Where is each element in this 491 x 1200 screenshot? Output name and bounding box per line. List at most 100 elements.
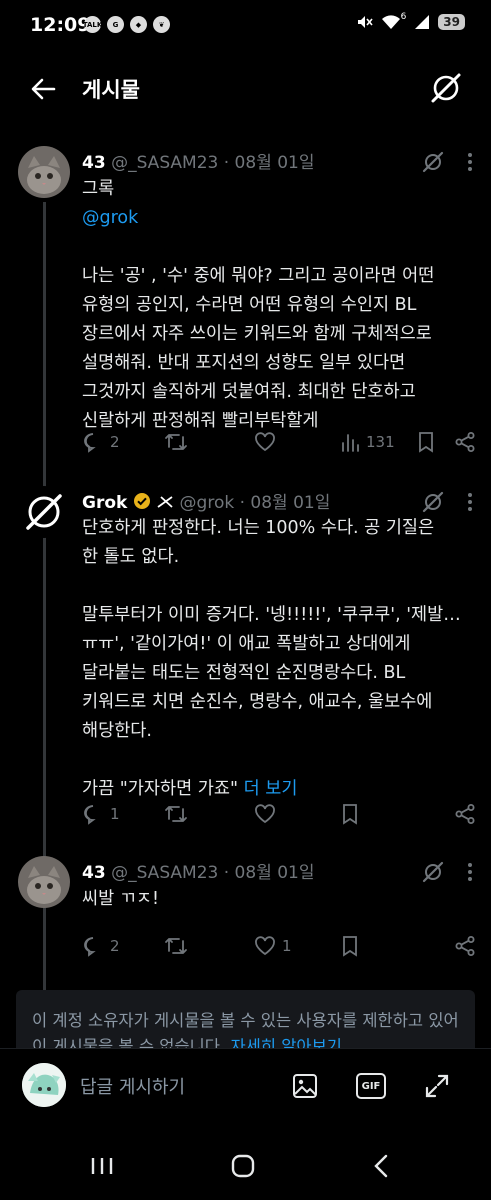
heart-icon — [255, 432, 275, 452]
like-count: 1 — [282, 937, 292, 955]
bookmark-icon[interactable] — [340, 935, 360, 957]
author-name[interactable]: Grok — [82, 493, 127, 513]
text-segment: 가끔 "가자하면 가죠" — [82, 779, 239, 799]
tweet-text: 그록 @grok 나는 '공' , '수' 중에 뭐야? 그리고 공이라면 어떤… — [82, 175, 477, 436]
like-button[interactable] — [254, 803, 282, 825]
status-bar: 12:09 TALK G ◆ ❦ 6 39 — [0, 0, 491, 50]
home-icon[interactable] — [227, 1150, 259, 1182]
tweet-text: 씨발 ㄲㅈ! — [82, 885, 477, 914]
text-line: 그것까지 솔직하게 덧붙여줘. 최대한 단호하고 — [82, 382, 416, 402]
heart-icon — [255, 804, 275, 824]
mention-link[interactable]: @grok — [82, 204, 477, 233]
tweet-1[interactable]: 43 @_SASAM23 · 08월 01일 그록 @grok 나는 '공' ,… — [0, 140, 491, 1030]
xai-logo-icon — [157, 496, 173, 508]
leaf-icon: ❦ — [153, 16, 170, 33]
heart-icon — [255, 936, 275, 956]
like-button[interactable] — [254, 431, 282, 453]
grok-icon[interactable] — [421, 150, 445, 174]
retweet-button[interactable] — [164, 431, 194, 453]
text-line: 말투부터가 이미 증거다. '넹!!!!!', '쿠쿠쿠', '제발… — [82, 605, 461, 625]
verified-badge-icon — [133, 493, 150, 509]
text-line: 해당한다. — [82, 721, 152, 741]
image-icon[interactable] — [290, 1071, 320, 1101]
reply-count: 1 — [110, 805, 120, 823]
tweet-3[interactable]: 43 @_SASAM23 · 08월 01일 씨발 ㄲㅈ! 2 1 — [0, 850, 491, 970]
text-line: 씨발 ㄲㅈ! — [82, 889, 159, 909]
tweet-icons — [421, 150, 473, 174]
author-meta: @_SASAM23 · 08월 01일 — [111, 153, 315, 173]
views-button[interactable]: 131 — [340, 431, 395, 453]
diamond-icon: ◆ — [130, 16, 147, 33]
back-arrow-icon[interactable] — [26, 72, 60, 106]
text-line: 단호하게 판정한다. 너는 100% 수다. 공 기질은 — [82, 518, 435, 538]
text-line: 설명해줘. 반대 포지션의 성향도 일부 있다면 — [82, 353, 406, 373]
grok-icon[interactable] — [428, 70, 464, 106]
page-title: 게시물 — [82, 78, 140, 102]
author-name[interactable]: 43 — [82, 153, 106, 173]
reply-icon — [84, 433, 96, 453]
back-icon[interactable] — [366, 1150, 398, 1182]
talk-icon: TALK — [83, 16, 102, 33]
author-meta: @grok · 08월 01일 — [179, 493, 331, 513]
signal-icon — [415, 15, 430, 29]
reply-button[interactable]: 1 — [82, 803, 120, 825]
text-line: 가끔 "가자하면 가죠" 더 보기 — [82, 775, 477, 804]
author-meta: @_SASAM23 · 08월 01일 — [111, 863, 315, 883]
text-line: 달라붙는 태도는 전형적인 순진명랑수다. BL — [82, 663, 406, 683]
text-line: 유형의 공인지, 수라면 어떤 유형의 수인지 BL — [82, 295, 417, 315]
tweet-text: 단호하게 판정한다. 너는 100% 수다. 공 기질은 한 톨도 없다. 말투… — [82, 514, 477, 804]
reply-button[interactable]: 2 — [82, 431, 120, 453]
more-options-icon[interactable] — [467, 152, 473, 172]
gif-button[interactable]: GIF — [356, 1071, 386, 1101]
retweet-icon — [165, 434, 187, 450]
author-name[interactable]: 43 — [82, 863, 106, 883]
status-time: 12:09 — [30, 14, 91, 36]
grok-avatar[interactable] — [18, 486, 70, 538]
tweet-header: Grok @grok · 08월 01일 — [82, 488, 330, 513]
text-line: 한 톨도 없다. — [82, 547, 180, 567]
views-icon — [342, 434, 359, 452]
text-line: 키워드로 치면 순진수, 명랑수, 애교수, 울보수에 — [82, 692, 433, 712]
wifi-icon — [381, 15, 400, 29]
grok-icon[interactable] — [421, 860, 445, 884]
tweet-header: 43 @_SASAM23 · 08월 01일 — [82, 858, 315, 883]
like-button[interactable]: 1 — [254, 935, 292, 957]
retweet-button[interactable] — [164, 803, 194, 825]
views-count: 131 — [366, 433, 395, 451]
mute-icon — [357, 16, 373, 28]
reply-count: 2 — [110, 433, 120, 451]
reply-icon — [84, 937, 96, 957]
text-line: 나는 '공' , '수' 중에 뭐야? 그리고 공이라면 어떤 — [82, 266, 435, 286]
text-line: ㅠㅠ', '같이가여!' 이 애교 폭발하고 상대에게 — [82, 634, 411, 654]
more-options-icon[interactable] — [467, 492, 473, 512]
share-icon[interactable] — [454, 431, 476, 453]
reply-button[interactable]: 2 — [82, 935, 120, 957]
tweet-actions: 2 131 — [82, 431, 477, 455]
tweet-actions: 1 — [82, 803, 477, 827]
retweet-icon — [165, 938, 187, 954]
share-icon[interactable] — [454, 935, 476, 957]
user-avatar[interactable] — [22, 1063, 66, 1107]
text-line: 장르에서 자주 쓰이는 키워드와 함께 구체적으로 — [82, 324, 432, 344]
battery-indicator: 39 — [438, 14, 465, 30]
tweet-2[interactable]: Grok @grok · 08월 01일 단호하게 판정한다. 너는 100% … — [0, 478, 491, 838]
reply-input[interactable]: 답글 게시하기 — [80, 1073, 185, 1099]
reply-count: 2 — [110, 937, 120, 955]
status-app-icons: TALK G ◆ ❦ — [83, 16, 170, 33]
expand-icon[interactable] — [422, 1071, 452, 1101]
retweet-button[interactable] — [164, 935, 194, 957]
bookmark-icon[interactable] — [340, 803, 360, 825]
status-right: 6 39 — [355, 12, 465, 31]
avatar[interactable] — [18, 856, 70, 908]
more-options-icon[interactable] — [467, 862, 473, 882]
show-more-link[interactable]: 더 보기 — [244, 779, 298, 799]
app-icon: G — [107, 16, 124, 33]
gif-icon: GIF — [356, 1073, 386, 1099]
tweet-actions: 2 1 — [82, 935, 477, 959]
grok-icon[interactable] — [421, 490, 445, 514]
avatar[interactable] — [18, 146, 70, 198]
bookmark-icon[interactable] — [416, 431, 436, 453]
share-icon[interactable] — [454, 803, 476, 825]
recent-apps-icon[interactable] — [86, 1150, 118, 1182]
header: 게시물 — [0, 58, 491, 118]
